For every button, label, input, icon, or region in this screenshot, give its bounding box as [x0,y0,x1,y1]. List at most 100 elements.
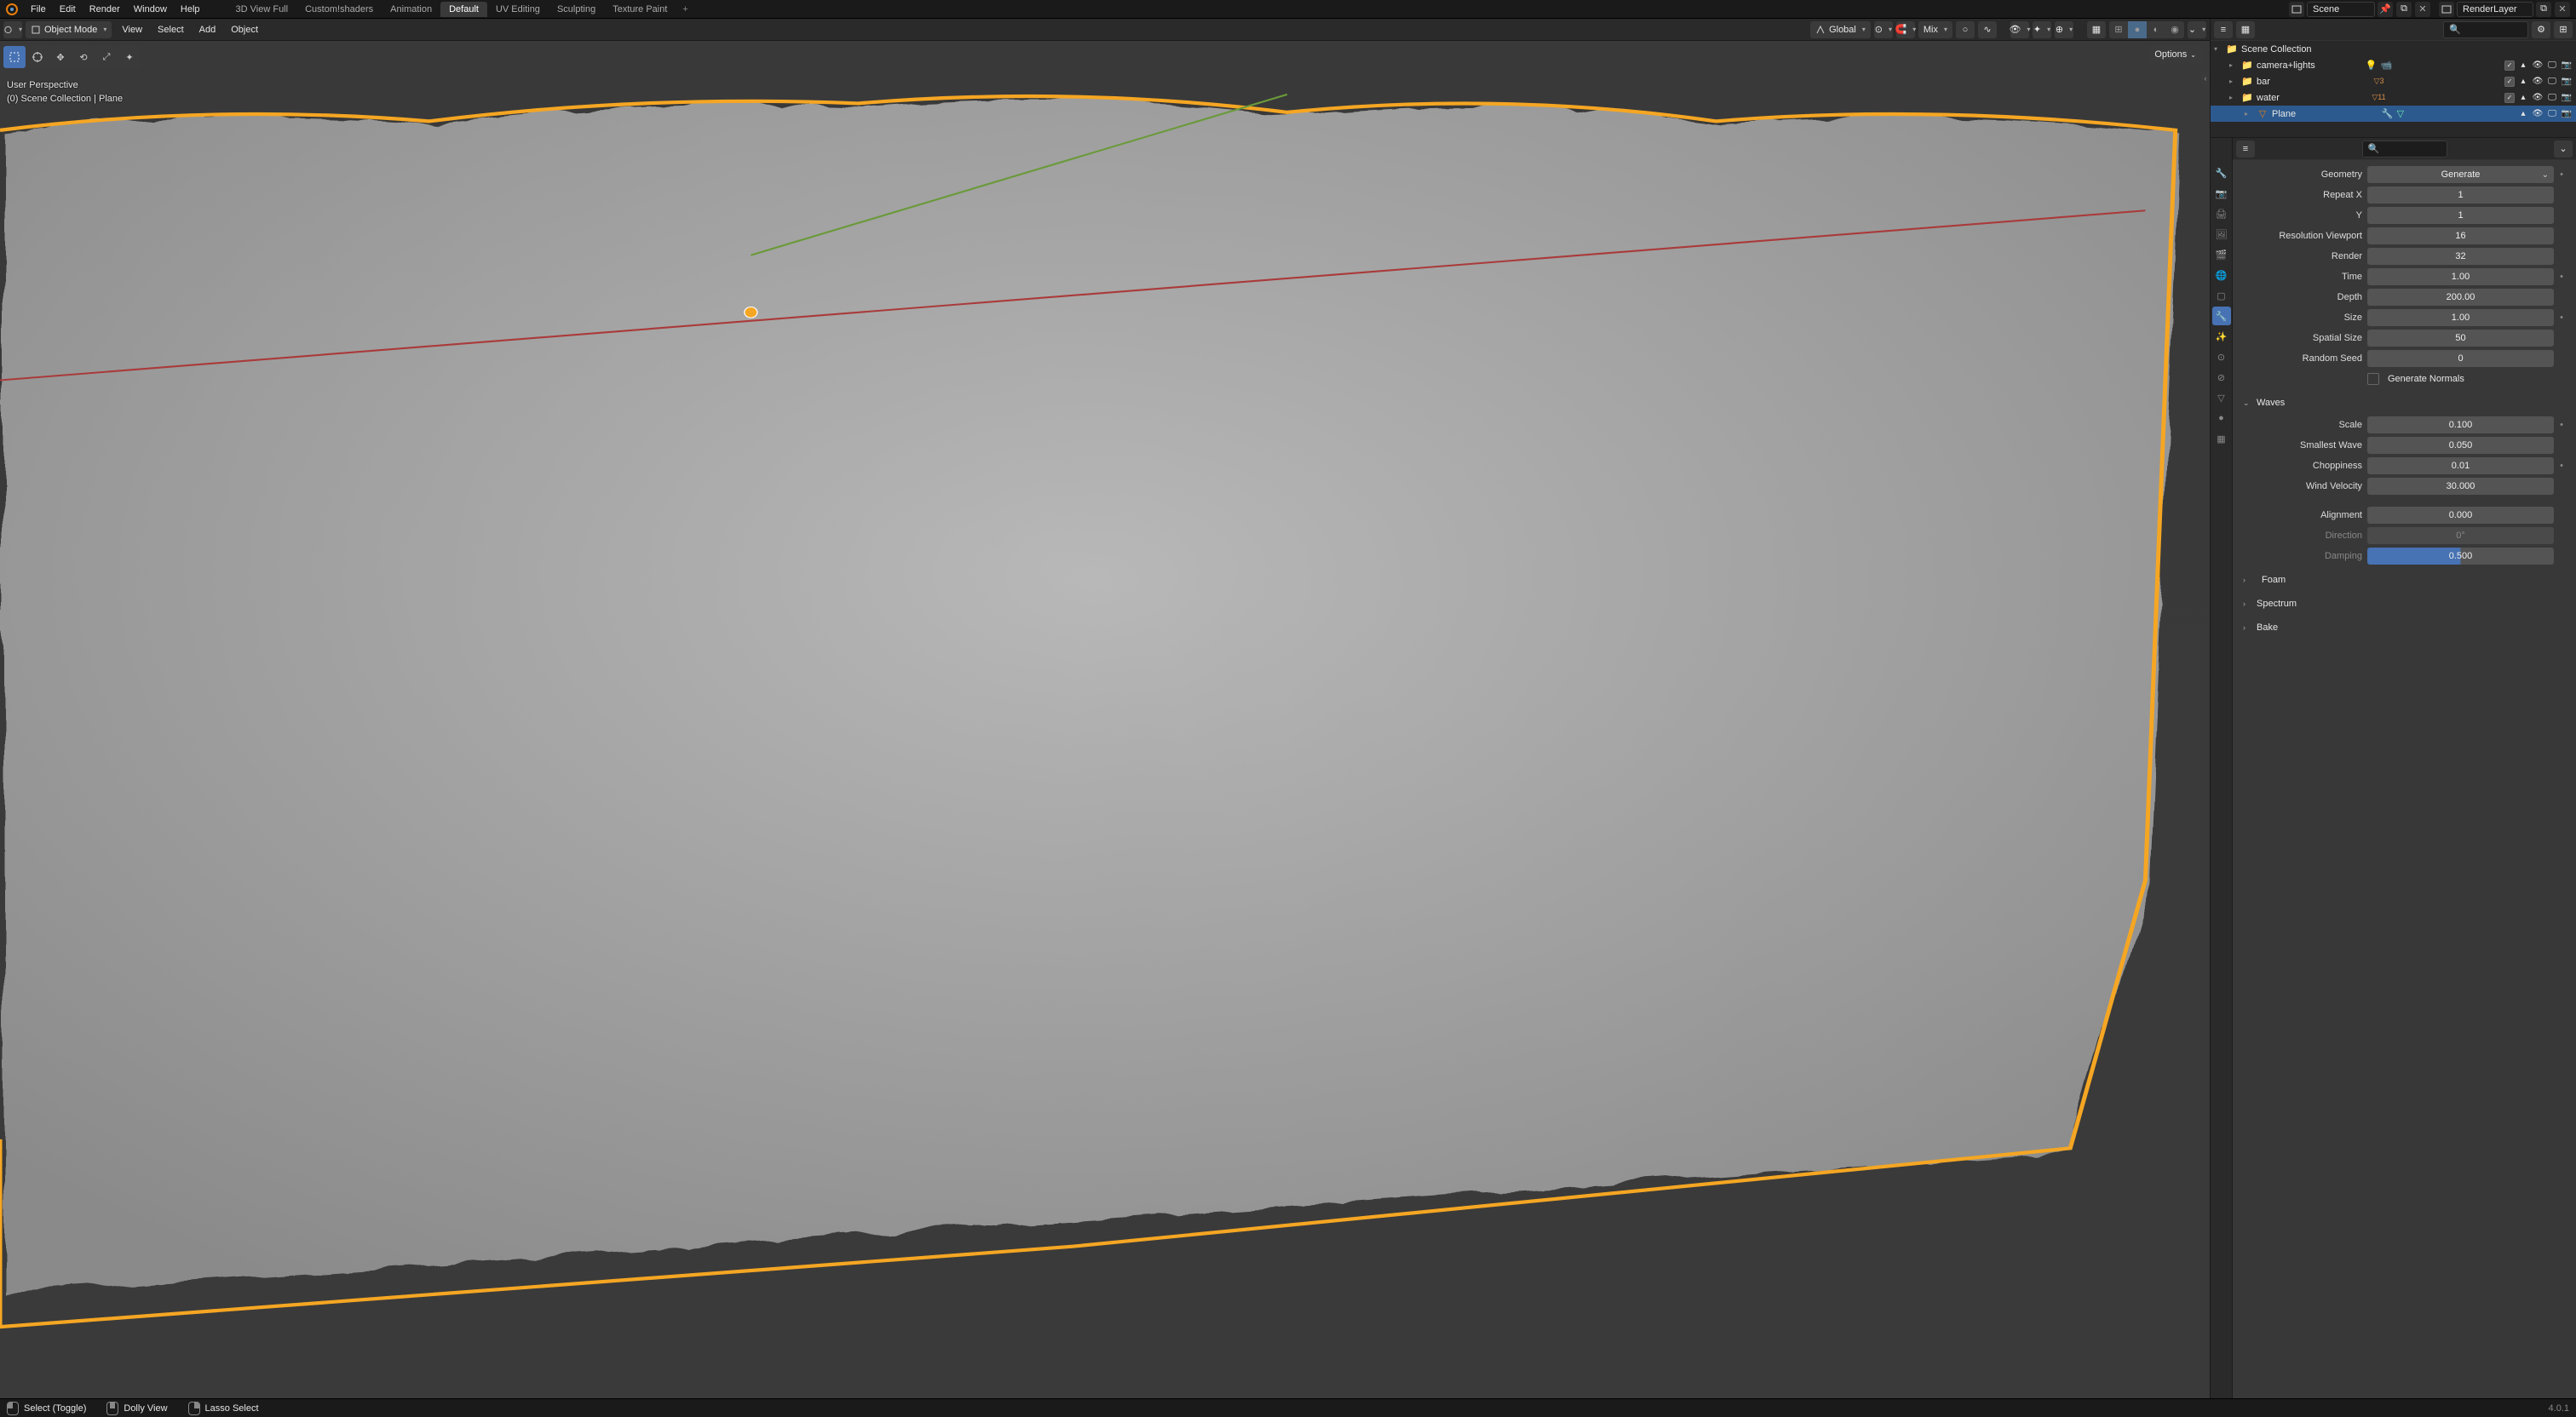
select-box-tool[interactable] [3,46,26,68]
outliner-editor-selector[interactable]: ≡ [2214,21,2233,38]
wind-velocity-field[interactable]: 30.000 [2367,478,2554,495]
world-tab-icon[interactable]: 🌐 [2212,266,2231,284]
repeat-x-field[interactable]: 1 [2367,186,2554,204]
tool-tab-icon[interactable]: 🔧 [2212,164,2231,182]
eye-icon[interactable]: 👁 [2532,93,2544,102]
viewport-disable-icon[interactable]: 🖵 [2546,77,2558,86]
mode-selector[interactable]: Object Mode [26,21,112,38]
choppiness-field[interactable]: 0.01 [2367,457,2554,474]
constraints-tab-icon[interactable]: ⊘ [2212,368,2231,387]
menu-help[interactable]: Help [174,2,207,17]
viewport-menu-add[interactable]: Add [193,22,223,37]
scene-tab-icon[interactable]: 🎬 [2212,245,2231,264]
selectable-icon[interactable]: ▴ [2517,77,2529,86]
copy-scene-icon[interactable]: ⧉ [2396,2,2412,17]
render-disable-icon[interactable]: 📷 [2561,109,2573,118]
viewport-menu-object[interactable]: Object [224,22,265,37]
menu-render[interactable]: Render [83,2,127,17]
visibility-selector[interactable]: 👁 [2010,21,2029,38]
viewport-disable-icon[interactable]: 🖵 [2546,109,2558,118]
snap-mode-selector[interactable]: Mix [1918,21,1952,38]
alignment-field[interactable]: 0.000 [2367,507,2554,524]
close-scene-icon[interactable]: ✕ [2415,2,2430,17]
menu-window[interactable]: Window [127,2,174,17]
random-seed-field[interactable]: 0 [2367,350,2554,367]
workspace-tab[interactable]: Sculpting [549,2,604,17]
outliner-item[interactable]: ▸📁camera+lights💡 📹✓▴👁🖵📷 [2211,57,2576,73]
generate-normals-checkbox[interactable] [2367,373,2379,385]
eye-icon[interactable]: 👁 [2532,109,2544,118]
geometry-mode-dropdown[interactable]: Generate [2367,166,2554,183]
scale-tool[interactable]: ⤢ [95,46,118,68]
xray-toggle[interactable]: ▦ [2087,21,2106,38]
copy-viewlayer-icon[interactable]: ⧉ [2536,2,2551,17]
output-tab-icon[interactable]: 🖨 [2212,204,2231,223]
selectable-icon[interactable]: ▴ [2517,109,2529,118]
resolution-viewport-field[interactable]: 16 [2367,227,2554,244]
eye-icon[interactable]: 👁 [2532,77,2544,86]
scale-field[interactable]: 0.100 [2367,416,2554,433]
time-field[interactable]: 1.00 [2367,268,2554,285]
eye-icon[interactable]: 👁 [2532,60,2544,70]
transform-tool[interactable]: ✦ [118,46,141,68]
modifier-tab-icon[interactable]: 🔧 [2212,307,2231,325]
outliner-filter-button[interactable]: ⚙ [2532,21,2550,38]
scene-name-field[interactable]: Scene [2307,2,2375,17]
exclude-checkbox[interactable]: ✓ [2504,93,2515,103]
data-tab-icon[interactable]: ▽ [2212,388,2231,407]
viewport-canvas[interactable] [0,41,2210,1398]
texture-tab-icon[interactable]: ▦ [2212,429,2231,448]
direction-field[interactable]: 0° [2367,527,2554,544]
resolution-render-field[interactable]: 32 [2367,248,2554,265]
section-foam[interactable]: ›Foam [2243,571,2564,589]
pivot-selector[interactable]: ⊙ [1874,21,1893,38]
viewlayer-name-field[interactable]: RenderLayer [2457,2,2533,17]
section-bake[interactable]: ›Bake [2243,618,2564,637]
workspace-tab[interactable]: Default [440,2,487,17]
cursor-tool[interactable] [26,46,49,68]
outliner-item[interactable]: ▸📁water▽11✓▴👁🖵📷 [2211,89,2576,106]
selectable-icon[interactable]: ▴ [2517,93,2529,102]
rotate-tool[interactable]: ⟲ [72,46,95,68]
outliner-display-mode[interactable]: ▦ [2236,21,2255,38]
solid-shading-icon[interactable]: ● [2128,21,2147,38]
close-viewlayer-icon[interactable]: ✕ [2555,2,2570,17]
properties-options-button[interactable]: ⌄ [2554,141,2573,158]
proportional-edit-toggle[interactable]: ○ [1956,21,1975,38]
scene-browse-icon[interactable] [2289,2,2304,17]
menu-edit[interactable]: Edit [53,2,83,17]
workspace-tab[interactable]: UV Editing [487,2,549,17]
render-tab-icon[interactable]: 📷 [2212,184,2231,203]
section-spectrum[interactable]: ›Spectrum [2243,594,2564,613]
exclude-checkbox[interactable]: ✓ [2504,77,2515,87]
smallest-wave-field[interactable]: 0.050 [2367,437,2554,454]
physics-tab-icon[interactable]: ⊙ [2212,347,2231,366]
exclude-checkbox[interactable]: ✓ [2504,60,2515,71]
pin-icon[interactable]: 📌 [2378,2,2393,17]
snap-toggle[interactable]: 🧲 [1896,21,1915,38]
repeat-y-field[interactable]: 1 [2367,207,2554,224]
outliner-search-input[interactable]: 🔍 [2443,21,2528,38]
menu-file[interactable]: File [24,2,53,17]
outliner-new-collection-button[interactable]: ⊞ [2554,21,2573,38]
workspace-tab[interactable]: 3D View Full [227,2,297,17]
spatial-size-field[interactable]: 50 [2367,330,2554,347]
outliner-root[interactable]: ▾ 📁 Scene Collection [2211,41,2576,57]
outliner-item[interactable]: ▸📁bar▽3✓▴👁🖵📷 [2211,73,2576,89]
render-disable-icon[interactable]: 📷 [2561,93,2573,102]
viewlayer-browse-icon[interactable] [2439,2,2454,17]
workspace-tab[interactable]: Animation [382,2,440,17]
editor-type-selector[interactable] [3,21,22,38]
proportional-falloff-icon[interactable]: ∿ [1978,21,1997,38]
gizmo-selector[interactable]: ✦ [2033,21,2051,38]
material-tab-icon[interactable]: ● [2212,409,2231,427]
orientation-selector[interactable]: Global [1810,21,1871,38]
add-workspace-button[interactable]: + [677,2,693,17]
overlay-selector[interactable]: ⊕ [2055,21,2073,38]
viewlayer-tab-icon[interactable]: 🖼 [2212,225,2231,244]
shading-options-icon[interactable]: ⌄ [2188,21,2206,38]
selectable-icon[interactable]: ▴ [2517,60,2529,70]
move-tool[interactable]: ✥ [49,46,72,68]
object-tab-icon[interactable]: ▢ [2212,286,2231,305]
viewport-menu-select[interactable]: Select [151,22,191,37]
